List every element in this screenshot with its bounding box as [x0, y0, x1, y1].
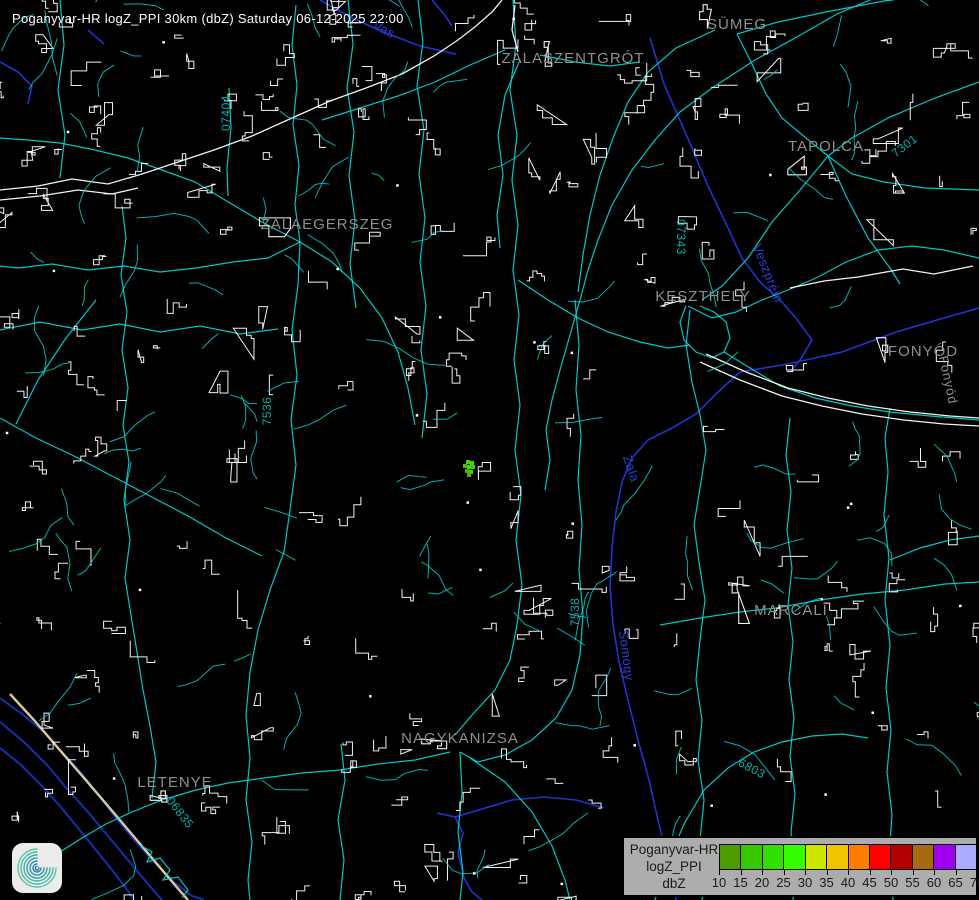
- radar-echo: [463, 460, 475, 477]
- road-number-label: 07343: [674, 219, 688, 255]
- legend-color-cell: [719, 844, 741, 870]
- city-label: ZALASZENTGRÓT: [501, 50, 644, 67]
- echo-pixel: [470, 461, 474, 465]
- radar-title: Poganyvar-HR logZ_PPI 30km (dbZ) Saturda…: [12, 11, 404, 26]
- legend-field-label: logZ_PPI: [628, 858, 720, 875]
- legend-color-cell: [912, 844, 934, 870]
- road-number-label: 7538: [568, 598, 582, 627]
- radar-viewport: 7301074040734375367538680306835VasVeszpr…: [0, 0, 979, 900]
- legend-product-label: Poganyvar-HR: [628, 841, 720, 858]
- county-label: Somogy: [616, 629, 637, 681]
- echo-pixel: [467, 465, 471, 469]
- city-label: Fonyód: [936, 354, 961, 405]
- legend-color-cell: [869, 844, 891, 870]
- minor-roads: [0, 0, 979, 899]
- settlement-outlines: [0, 0, 979, 900]
- echo-pixel: [465, 469, 469, 473]
- city-label: ZALAEGERSZEG: [261, 216, 394, 233]
- legend-color-cell: [826, 844, 848, 870]
- radar-map: 7301074040734375367538680306835VasVeszpr…: [0, 0, 979, 900]
- road-number-label: 06835: [164, 794, 197, 831]
- echo-pixel: [463, 464, 467, 468]
- city-label: LETENYE: [137, 774, 212, 791]
- legend-colorbar: [719, 844, 977, 870]
- echo-pixel: [466, 460, 470, 464]
- echo-pixel: [471, 465, 475, 469]
- city-label: TAPOLCA: [788, 138, 864, 155]
- legend-color-cell: [740, 844, 762, 870]
- spiral-icon: [12, 843, 62, 893]
- city-label: NAGYKANIZSA: [401, 730, 519, 747]
- legend-color-cell: [933, 844, 955, 870]
- legend-panel: Poganyvar-HR logZ_PPI dbZ 10152025303540…: [622, 836, 978, 897]
- county-boundaries: [0, 0, 979, 900]
- road-number-label: 7536: [260, 397, 274, 426]
- major-roads: [0, 0, 979, 426]
- legend-color-cell: [762, 844, 784, 870]
- echo-pixel: [467, 473, 471, 477]
- county-label: Veszprém: [750, 242, 787, 305]
- road-network: [0, 0, 979, 900]
- legend-tick-value: 70: [964, 875, 979, 890]
- legend-color-cell: [955, 844, 977, 870]
- road-number-labels: 7301 07404 07343 7536 7538 6803 06835: [164, 95, 921, 831]
- legend-color-cell: [805, 844, 827, 870]
- radar-logo: [12, 843, 62, 893]
- city-label: MARCALI: [754, 602, 828, 619]
- city-label: SÜMEG: [707, 15, 767, 33]
- legend-color-cell: [783, 844, 805, 870]
- legend-color-cell: [848, 844, 870, 870]
- legend-color-cell: [890, 844, 912, 870]
- city-label: KESZTHELY: [655, 288, 750, 305]
- road-number-label: 6803: [736, 756, 768, 782]
- road-number-label: 07404: [219, 95, 233, 131]
- road-number-label: 7301: [889, 131, 920, 160]
